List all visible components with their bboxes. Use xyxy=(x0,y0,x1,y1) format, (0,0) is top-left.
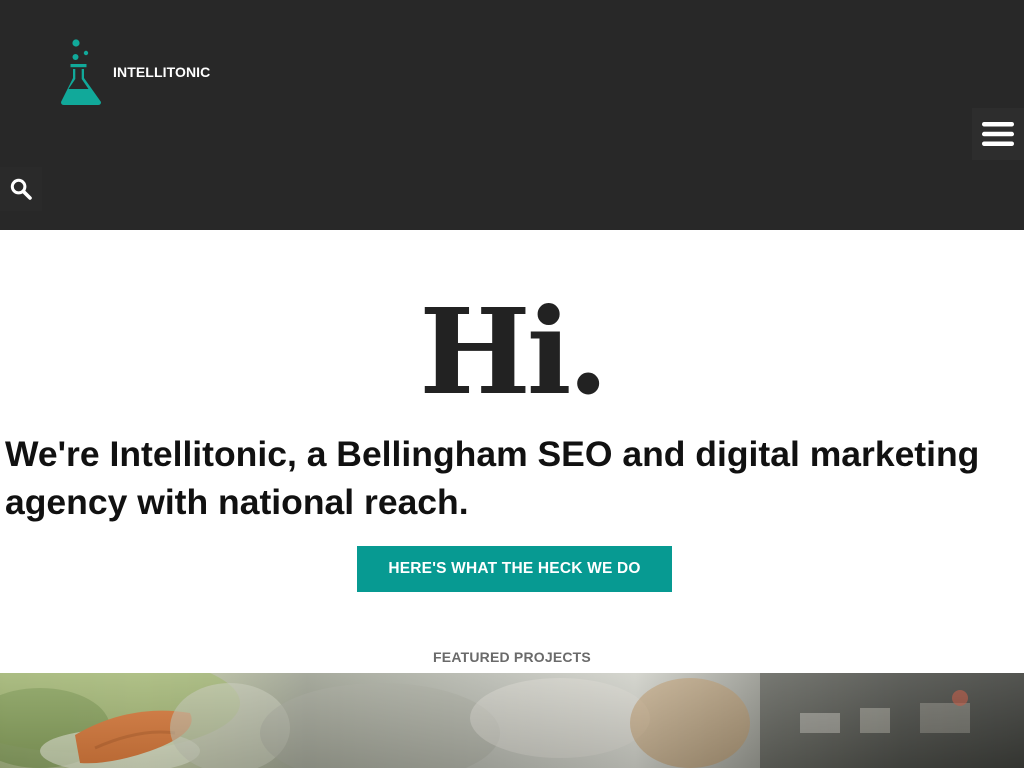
hero-greeting: Hi. xyxy=(419,282,608,421)
menu-toggle-button[interactable] xyxy=(972,108,1024,160)
search-button[interactable] xyxy=(0,167,42,211)
featured-project-image[interactable] xyxy=(0,673,1024,768)
featured-projects-heading: FEATURED PROJECTS xyxy=(433,649,591,665)
site-logo[interactable]: INTELLITONIC xyxy=(60,38,210,106)
services-cta-button[interactable]: HERE'S WHAT THE HECK WE DO xyxy=(357,546,672,592)
hamburger-menu-icon xyxy=(982,122,1014,146)
search-icon xyxy=(10,178,32,200)
brand-name: INTELLITONIC xyxy=(113,64,211,80)
flask-icon xyxy=(61,39,101,105)
image-shade-overlay xyxy=(0,673,1024,768)
site-header: INTELLITONIC xyxy=(0,0,1024,230)
hero-tagline: We're Intellitonic, a Bellingham SEO and… xyxy=(5,434,980,522)
